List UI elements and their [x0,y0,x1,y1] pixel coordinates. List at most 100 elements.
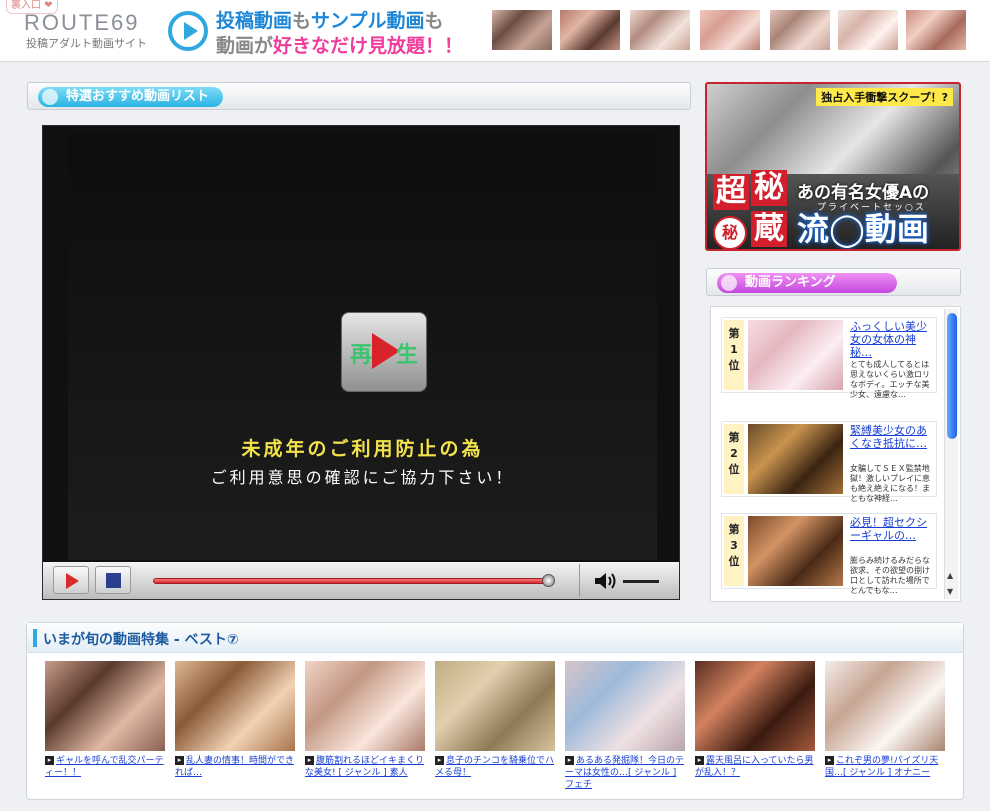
site-header: 裏入口 ❤ ROUTE69 投稿アダルト動画サイト 投稿動画もサンプル動画も 動… [0,0,990,62]
play-circle-icon [168,11,208,51]
header-accent-bar [33,629,37,647]
speaker-icon[interactable] [593,570,619,592]
tagline-part: サンプル動画 [311,10,425,32]
ranking-scrollbar[interactable]: ▲ ▼ [944,309,958,599]
ranking-thumbnail[interactable] [748,320,843,390]
rank-number: 第 1 位 [724,320,744,390]
link-marker-icon: ▸ [565,756,574,765]
ranking-thumbnail[interactable] [748,424,843,494]
link-marker-icon: ▸ [175,756,184,765]
ranking-title-link[interactable]: 必見！超セクシーギャルの… [850,516,936,542]
caption-text[interactable]: 露天風呂に入っていたら男が乱入！？ [695,756,814,778]
featured-section-pill: 特選おすすめ動画リスト [38,87,224,107]
play-button[interactable] [53,566,89,594]
tagline-part: も [292,10,312,32]
ranking-section-title: 動画ランキング [745,275,836,290]
stop-button[interactable] [95,566,131,594]
header-thumbnail[interactable] [630,10,690,50]
banner-scoop-label: 独占入手衝撃スクープ！? [816,88,953,106]
banner-char-hi: 秘 [751,170,787,206]
header-thumbnail[interactable] [700,10,760,50]
ranking-thumbnail[interactable] [748,516,843,586]
seek-bar[interactable] [153,578,548,584]
big-play-button[interactable]: 再 生 [341,312,427,392]
tagline-part: 好きなだけ見放題！！ [273,35,464,57]
best-video-caption[interactable]: ▸ これぞ男の夢!パイズリ天国…[ ジャンル ] オナニー [825,755,945,779]
scrollbar-thumb[interactable] [947,313,957,439]
age-warning-title: 未成年のご利用防止の為 [241,438,484,460]
ranking-item[interactable]: 第 1 位 ふっくしい美少女の女体の神秘… とても成人してるとは思えないくらい激… [721,317,937,399]
banner-char-cho: 超 [713,174,749,210]
link-marker-icon: ▸ [825,756,834,765]
bullet-dot-icon [721,275,737,291]
link-marker-icon: ▸ [305,756,314,765]
ranking-item[interactable]: 第 3 位 必見！超セクシーギャルの… 膨らみ続けるみだらな欲求、その欲望の捌け… [721,513,937,595]
scroll-down-arrow-icon[interactable]: ▼ [947,587,953,596]
best-video-thumbnail[interactable] [305,661,425,751]
featured-section-header: 特選おすすめ動画リスト [27,82,691,110]
caption-text[interactable]: あるある発掘隊！今日のテーマは女性の…[ ジャンル ] フェチ [565,756,684,790]
caption-text[interactable]: 乱人妻の情事！時間ができれば… [175,756,294,778]
header-thumbnail[interactable] [838,10,898,50]
featured-section-title: 特選おすすめ動画リスト [66,89,210,104]
ranking-item[interactable]: 第 2 位 緊縛美少女のあくなき抵抗に… 女騙してＳＥＸ監禁地獄！激しいプレイに… [721,421,937,503]
header-thumbnail[interactable] [770,10,830,50]
header-thumbnail[interactable] [492,10,552,50]
volume-slider[interactable] [623,580,659,583]
best-video-caption[interactable]: ▸ 乱人妻の情事！時間ができれば… [175,755,295,779]
best-section-title: いまが旬の動画特集 - ベスト⑦ [43,632,239,648]
link-marker-icon: ▸ [695,756,704,765]
link-marker-icon: ▸ [435,756,444,765]
ranking-section-header: 動画ランキング [706,268,961,296]
best-video-thumbnail[interactable] [175,661,295,751]
tagline-line-2: 動画が好きなだけ見放題！！ [216,31,463,58]
control-divider [579,564,580,597]
tagline-part: 動画が [216,35,274,57]
banner-char-zo: 蔵 [751,211,787,247]
best-video-caption[interactable]: ▸ 露天風呂に入っていたら男が乱入！？ [695,755,815,779]
scroll-up-arrow-icon[interactable]: ▲ [947,571,953,580]
ranking-title-link[interactable]: 緊縛美少女のあくなき抵抗に… [850,424,936,450]
best-video-caption[interactable]: ▸ 息子のチンコを騎乗位でハメる母！ [435,755,555,779]
ranking-list: 第 1 位 ふっくしい美少女の女体の神秘… とても成人してるとは思えないくらい激… [710,306,961,602]
rank-number: 第 3 位 [724,516,744,586]
caption-text[interactable]: ギャルを呼んで乱交パーティー！！ [45,756,164,778]
best-video-thumbnail[interactable] [435,661,555,751]
caption-text[interactable]: 息子のチンコを騎乗位でハメる母！ [435,756,554,778]
seek-handle[interactable] [542,574,555,587]
best-section-header: いまが旬の動画特集 - ベスト⑦ [27,623,963,653]
link-marker-icon: ▸ [45,756,54,765]
caption-text[interactable]: これぞ男の夢!パイズリ天国…[ ジャンル ] オナニー [825,756,938,778]
site-logo[interactable]: ROUTE69 [24,10,139,36]
best-video-thumbnail[interactable] [565,661,685,751]
ranking-section-pill: 動画ランキング [717,273,897,293]
caption-text[interactable]: 腹筋割れるほどイキまくりな美女! [ ジャンル ] 素人 [305,756,424,778]
rank-number: 第 2 位 [724,424,744,494]
header-thumbnail[interactable] [906,10,966,50]
player-controls [43,562,679,599]
banner-main-text: 流◯動画 [797,210,929,248]
age-warning-subtitle: ご利用意思の確認にご協力下さい！ [210,468,515,487]
play-label-1: 再 [350,343,373,368]
best-video-thumbnail[interactable] [45,661,165,751]
play-label-2: 生 [396,343,419,368]
best-seven-section: いまが旬の動画特集 - ベスト⑦ ▸ ギャルを呼んで乱交パーティー！！ ▸ 乱人妻の… [26,622,964,800]
tagline-line-1: 投稿動画もサンプル動画も [216,6,443,33]
ranking-description: 女騙してＳＥＸ監禁地獄！激しいプレイに息も絶え絶えになる！まともな神経… [850,464,930,503]
best-video-caption[interactable]: ▸ 腹筋割れるほどイキまくりな美女! [ ジャンル ] 素人 [305,755,425,779]
bullet-dot-icon [42,89,58,105]
video-player: 再 生 未成年のご利用防止の為 ご利用意思の確認にご協力下さい！ [42,125,680,600]
site-logo-subtitle: 投稿アダルト動画サイト [26,37,147,50]
best-video-thumbnail[interactable] [825,661,945,751]
video-screen[interactable]: 再 生 未成年のご利用防止の為 ご利用意思の確認にご協力下さい！ [68,134,657,560]
tagline-part: 投稿動画 [216,10,293,32]
header-thumbnail[interactable] [560,10,620,50]
tagline-part: も [424,10,444,32]
best-video-thumbnail[interactable] [695,661,815,751]
best-video-caption[interactable]: ▸ ギャルを呼んで乱交パーティー！！ [45,755,165,779]
ranking-description: 膨らみ続けるみだらな欲求、その欲望の捌け口として訪れた場所でとんでもな… [850,556,930,595]
best-video-caption[interactable]: ▸ あるある発掘隊！今日のテーマは女性の…[ ジャンル ] フェチ [565,755,685,791]
banner-secret-seal: 秘 [713,216,747,249]
scoop-banner[interactable]: 独占入手衝撃スクープ！? 超 秘 秘 蔵 あの有名女優Aの プライベートセッ○ス… [705,82,961,251]
ranking-title-link[interactable]: ふっくしい美少女の女体の神秘… [850,320,936,359]
